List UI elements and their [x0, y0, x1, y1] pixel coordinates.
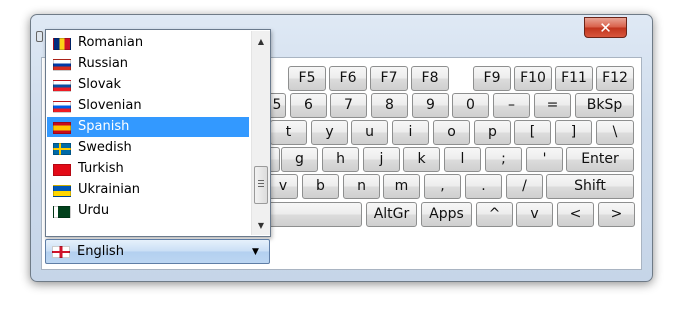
- close-button[interactable]: ✕: [584, 17, 627, 38]
- scroll-down-arrow-icon[interactable]: ▼: [252, 217, 270, 234]
- window-edge-icon: [36, 31, 43, 42]
- key-f11[interactable]: F11: [555, 66, 593, 91]
- language-option-label: Spanish: [78, 119, 130, 134]
- key-backslash[interactable]: \: [596, 120, 634, 145]
- slovenia-flag-icon: [53, 101, 71, 113]
- key-b[interactable]: b: [302, 174, 339, 199]
- key-shift[interactable]: Shift: [546, 174, 634, 199]
- key-minus[interactable]: –: [493, 93, 530, 118]
- language-dropdown-list: Romanian Russian Slovak Slovenian Spanis…: [45, 29, 271, 237]
- key-f10[interactable]: F10: [514, 66, 552, 91]
- key-arrow-right[interactable]: >: [598, 202, 635, 227]
- key-j[interactable]: j: [363, 147, 400, 172]
- scroll-up-arrow-icon[interactable]: ▲: [252, 33, 270, 50]
- key-arrow-up[interactable]: ^: [476, 202, 513, 227]
- key-p[interactable]: p: [474, 120, 511, 145]
- language-option-label: Slovenian: [78, 98, 142, 113]
- language-option-slovenian[interactable]: Slovenian: [47, 96, 249, 116]
- key-f5[interactable]: F5: [288, 66, 326, 91]
- key-apps[interactable]: Apps: [421, 202, 472, 227]
- ukraine-flag-icon: [53, 185, 71, 197]
- key-g[interactable]: g: [281, 147, 318, 172]
- key-arrow-left[interactable]: <: [557, 202, 594, 227]
- language-option-label: Turkish: [78, 161, 124, 176]
- language-option-romanian[interactable]: Romanian: [47, 33, 249, 53]
- language-list: Romanian Russian Slovak Slovenian Spanis…: [47, 31, 250, 235]
- key-slash[interactable]: /: [506, 174, 543, 199]
- language-option-ukrainian[interactable]: Ukrainian: [47, 180, 249, 200]
- key-f8[interactable]: F8: [411, 66, 449, 91]
- scrollbar-grip: [258, 183, 264, 184]
- romania-flag-icon: [53, 38, 71, 50]
- key-o[interactable]: o: [433, 120, 470, 145]
- key-l[interactable]: l: [444, 147, 481, 172]
- key-apostrophe[interactable]: ': [526, 147, 563, 172]
- key-h[interactable]: h: [322, 147, 359, 172]
- key-8[interactable]: 8: [371, 93, 408, 118]
- language-option-urdu[interactable]: Urdu: [47, 201, 249, 221]
- scrollbar-grip: [258, 186, 264, 187]
- language-list-scrollbar[interactable]: ▲ ▼: [251, 31, 270, 235]
- language-option-label: Ukrainian: [78, 182, 141, 197]
- language-option-label: Slovak: [78, 77, 122, 92]
- language-option-label: Urdu: [78, 203, 110, 218]
- chevron-down-icon[interactable]: ▼: [252, 241, 259, 263]
- key-y[interactable]: y: [311, 120, 348, 145]
- key-f6[interactable]: F6: [329, 66, 367, 91]
- key-m[interactable]: m: [383, 174, 420, 199]
- key-9[interactable]: 9: [412, 93, 449, 118]
- key-f9[interactable]: F9: [473, 66, 511, 91]
- turkey-flag-icon: [53, 164, 71, 176]
- language-option-label: Russian: [78, 56, 129, 71]
- language-option-slovak[interactable]: Slovak: [47, 75, 249, 95]
- key-comma[interactable]: ,: [424, 174, 461, 199]
- language-option-russian[interactable]: Russian: [47, 54, 249, 74]
- key-equals[interactable]: =: [534, 93, 571, 118]
- key-period[interactable]: .: [465, 174, 502, 199]
- key-open-bracket[interactable]: [: [514, 120, 551, 145]
- uk-flag-icon: [52, 246, 70, 258]
- slovakia-flag-icon: [53, 80, 71, 92]
- language-select-value: English: [77, 244, 124, 259]
- key-k[interactable]: k: [403, 147, 440, 172]
- key-0[interactable]: 0: [452, 93, 489, 118]
- key-n[interactable]: n: [343, 174, 380, 199]
- key-f12[interactable]: F12: [596, 66, 634, 91]
- key-backspace[interactable]: BkSp: [575, 93, 634, 118]
- key-enter[interactable]: Enter: [566, 147, 634, 172]
- sweden-flag-icon: [53, 143, 71, 155]
- russia-flag-icon: [53, 59, 71, 71]
- key-7[interactable]: 7: [330, 93, 367, 118]
- key-u[interactable]: u: [351, 120, 388, 145]
- scrollbar-thumb[interactable]: [254, 166, 268, 204]
- language-option-swedish[interactable]: Swedish: [47, 138, 249, 158]
- key-f7[interactable]: F7: [370, 66, 408, 91]
- key-v[interactable]: v: [268, 174, 298, 199]
- key-close-bracket[interactable]: ]: [555, 120, 592, 145]
- language-option-turkish[interactable]: Turkish: [47, 159, 249, 179]
- key-6[interactable]: 6: [290, 93, 327, 118]
- key-altgr[interactable]: AltGr: [366, 202, 417, 227]
- key-space[interactable]: [268, 202, 362, 227]
- language-select[interactable]: English ▼: [45, 239, 270, 264]
- language-option-label: Romanian: [78, 35, 144, 50]
- pakistan-flag-icon: [53, 206, 71, 218]
- key-i[interactable]: i: [392, 120, 429, 145]
- key-semicolon[interactable]: ;: [485, 147, 522, 172]
- scrollbar-grip: [258, 180, 264, 181]
- language-option-label: Swedish: [78, 140, 132, 155]
- language-option-spanish[interactable]: Spanish: [47, 117, 249, 137]
- key-arrow-down[interactable]: v: [516, 202, 553, 227]
- key-t[interactable]: t: [270, 120, 307, 145]
- spain-flag-icon: [53, 122, 71, 134]
